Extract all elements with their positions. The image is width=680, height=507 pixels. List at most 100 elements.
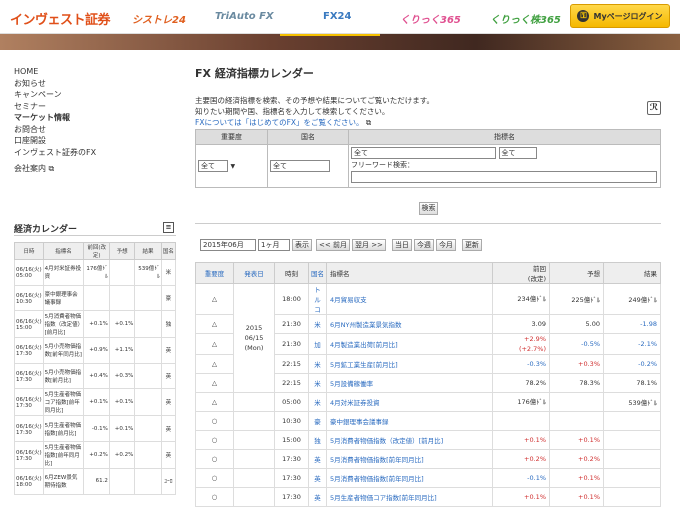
cal-indicator[interactable]: 5月小売物価指数[前月比]: [42, 362, 85, 390]
indicator-link[interactable]: 5月鉱工業生産[前月比]: [326, 354, 493, 374]
col-country[interactable]: 国名: [308, 262, 327, 284]
country-cell[interactable]: 英: [308, 449, 327, 469]
country-select[interactable]: 全て: [270, 160, 330, 172]
cal-indicator[interactable]: 5月生産者物価指数[前月比]: [42, 415, 85, 442]
result-cell: [603, 411, 661, 431]
result-cell: [603, 487, 661, 507]
cal-indicator[interactable]: 5月生産者物価指数[前年同月比]: [42, 440, 85, 469]
mypage-login-button[interactable]: ⚿ Myページログイン: [570, 4, 670, 28]
cal-indicator[interactable]: 5月消費者物価指数（改定値）[前月比]: [42, 310, 85, 339]
indicator-link[interactable]: 5月設備稼働率: [326, 373, 493, 393]
prev-month-button[interactable]: << 前月: [316, 239, 350, 251]
time-cell: 10:30: [274, 411, 309, 431]
result-cell: [603, 449, 661, 469]
period-select[interactable]: 1ヶ月: [258, 239, 290, 251]
time-cell: 22:15: [274, 354, 309, 374]
indicator-link[interactable]: 4月貿易収支: [326, 283, 493, 315]
cal-indicator[interactable]: 5月生産者物価コア指数[前年同月比]: [42, 388, 85, 417]
col-date[interactable]: 発表日: [233, 262, 275, 284]
cal-country: 米: [160, 259, 177, 286]
sidebar-item-fx[interactable]: インヴェスト証券のFX: [14, 147, 179, 159]
country-cell[interactable]: 豪: [308, 411, 327, 431]
indicator-sub-select[interactable]: 全て: [498, 147, 537, 159]
indicator-table: 重要度 発表日 時刻 国名 指標名 前回 (改定) 予想 結果 △ 2015 06…: [195, 262, 661, 507]
country-cell[interactable]: 加: [308, 333, 327, 355]
indicator-link[interactable]: 5月生産者物価コア指数[前年同月比]: [326, 487, 493, 507]
prev-cell: +0.1%: [492, 487, 550, 507]
cal-result: [134, 440, 162, 469]
col-importance[interactable]: 重要度: [195, 262, 234, 284]
prev-cell: +0.1%: [492, 430, 550, 450]
indicator-category-select[interactable]: 全て: [351, 147, 496, 159]
intro-line-2: 知りたい期間や国、指標名を入力して検索してください。: [195, 107, 390, 116]
cal-indicator[interactable]: 豪中銀理事会議事録: [42, 284, 85, 312]
sidebar-item-home[interactable]: HOME: [14, 66, 179, 78]
beginner-fx-link[interactable]: FXについては「はじめてのFX」をご覧ください。: [195, 118, 364, 127]
country-cell[interactable]: 米: [308, 373, 327, 393]
country-cell[interactable]: 米: [308, 314, 327, 334]
sidebar-calendar-table: 日時 指標名 前回(改定) 予想 結果 国名 06/16(火) 05:00 4月対…: [14, 242, 177, 495]
cal-indicator[interactable]: 6月ZEW景気期待指数: [42, 467, 85, 495]
country-cell[interactable]: 英: [308, 468, 327, 488]
site-logo[interactable]: インヴェスト証券: [10, 9, 111, 28]
importance-cell: △: [195, 314, 234, 334]
show-button[interactable]: 表示: [292, 239, 312, 251]
cal-datetime: 06/16(火) 05:00: [14, 259, 44, 286]
table-row: △ 2015 06/15 (Mon) 18:00 トルコ 4月貿易収支 234億ﾄﾞﾙ 22…: [195, 283, 661, 393]
freeword-input[interactable]: [351, 171, 657, 183]
indicator-link[interactable]: 4月製造業出荷[前月比]: [326, 333, 493, 355]
this-month-button[interactable]: 今月: [435, 239, 456, 251]
cal-indicator[interactable]: 5月小売物価指数[前年同月比]: [42, 337, 85, 364]
indicator-link[interactable]: 6月NY州製造業景気指数: [326, 314, 493, 334]
country-cell[interactable]: 米: [308, 354, 327, 374]
indicator-link[interactable]: 4月対米証券投資: [326, 392, 493, 412]
sidebar-item-news[interactable]: お知らせ: [14, 78, 179, 90]
cal-indicator[interactable]: 4月対米証券投資: [42, 259, 85, 286]
cal-prev: +0.4%: [83, 362, 110, 390]
nav-clickkabu365[interactable]: くりっく株365: [490, 11, 561, 26]
indicator-link[interactable]: 5月消費者物価指数[前年同月比]: [326, 468, 493, 488]
calendar-list-icon[interactable]: ≡: [163, 222, 174, 233]
next-month-button[interactable]: 翌月 >>: [351, 239, 386, 251]
indicator-link[interactable]: 5月消費者物価指数（改定値）[前月比]: [326, 430, 493, 450]
sidebar-item-contact[interactable]: お問合せ: [14, 124, 179, 136]
nav-triauto[interactable]: TriAuto FX: [215, 11, 274, 22]
date-cell: [233, 449, 275, 469]
country-cell[interactable]: 米: [308, 392, 327, 412]
sidebar-item-campaign[interactable]: キャンペーン: [14, 89, 179, 101]
nav-shistore24[interactable]: シストレ24: [132, 11, 186, 26]
country-cell[interactable]: トルコ: [308, 283, 327, 315]
col-name: 指標名: [42, 242, 85, 260]
month-select[interactable]: 2015年06月: [200, 239, 256, 251]
refresh-button[interactable]: 更新: [461, 239, 482, 251]
sidebar-item-seminar[interactable]: セミナー: [14, 101, 179, 113]
calendar-row: 06/16(火) 17:30 5月生産者物価指数[前月比] -0.1% +0.1% 英: [14, 415, 177, 442]
cal-result: [134, 415, 162, 442]
importance-cell: △: [195, 392, 234, 412]
prev-cell: -0.3%: [492, 354, 550, 374]
this-week-button[interactable]: 今週: [413, 239, 434, 251]
intro-line-1: 主要国の経済指標を検索、その予想や結果についてご覧いただけます。: [195, 96, 435, 105]
forecast-cell: [549, 411, 604, 431]
country-cell[interactable]: 独: [308, 430, 327, 450]
importance-cell: △: [195, 354, 234, 374]
today-button[interactable]: 当日: [391, 239, 412, 251]
forecast-cell: 225億ﾄﾞﾙ: [549, 283, 604, 315]
table-row: ○ 17:30 英 5月消費者物価指数[前年同月比] +0.2% +0.2%: [195, 449, 661, 469]
indicator-link[interactable]: 豪中銀理事会議事録: [326, 411, 493, 431]
importance-select[interactable]: 全て: [198, 160, 228, 172]
calendar-row: 06/16(火) 17:30 5月小売物価指数[前年同月比] +0.9% +1.1% 英: [14, 337, 177, 364]
sidebar-item-market[interactable]: マーケット情報: [14, 112, 179, 124]
cal-forecast: [108, 467, 136, 495]
sidebar-item-account[interactable]: 口座開設: [14, 135, 179, 147]
cal-country: 英: [160, 415, 177, 442]
country-cell[interactable]: 英: [308, 487, 327, 507]
nav-fx24[interactable]: FX24: [323, 11, 351, 22]
rss-icon[interactable]: ℛ: [647, 101, 661, 115]
nav-click365[interactable]: くりっく365: [400, 11, 461, 26]
sidebar-item-company[interactable]: 会社案内 ⧉: [14, 163, 179, 175]
indicator-link[interactable]: 5月消費者物価指数[前年同月比]: [326, 449, 493, 469]
search-button[interactable]: 検索: [419, 202, 438, 215]
search-head-importance: 重要度: [195, 129, 268, 145]
cal-prev: +0.9%: [83, 337, 110, 364]
